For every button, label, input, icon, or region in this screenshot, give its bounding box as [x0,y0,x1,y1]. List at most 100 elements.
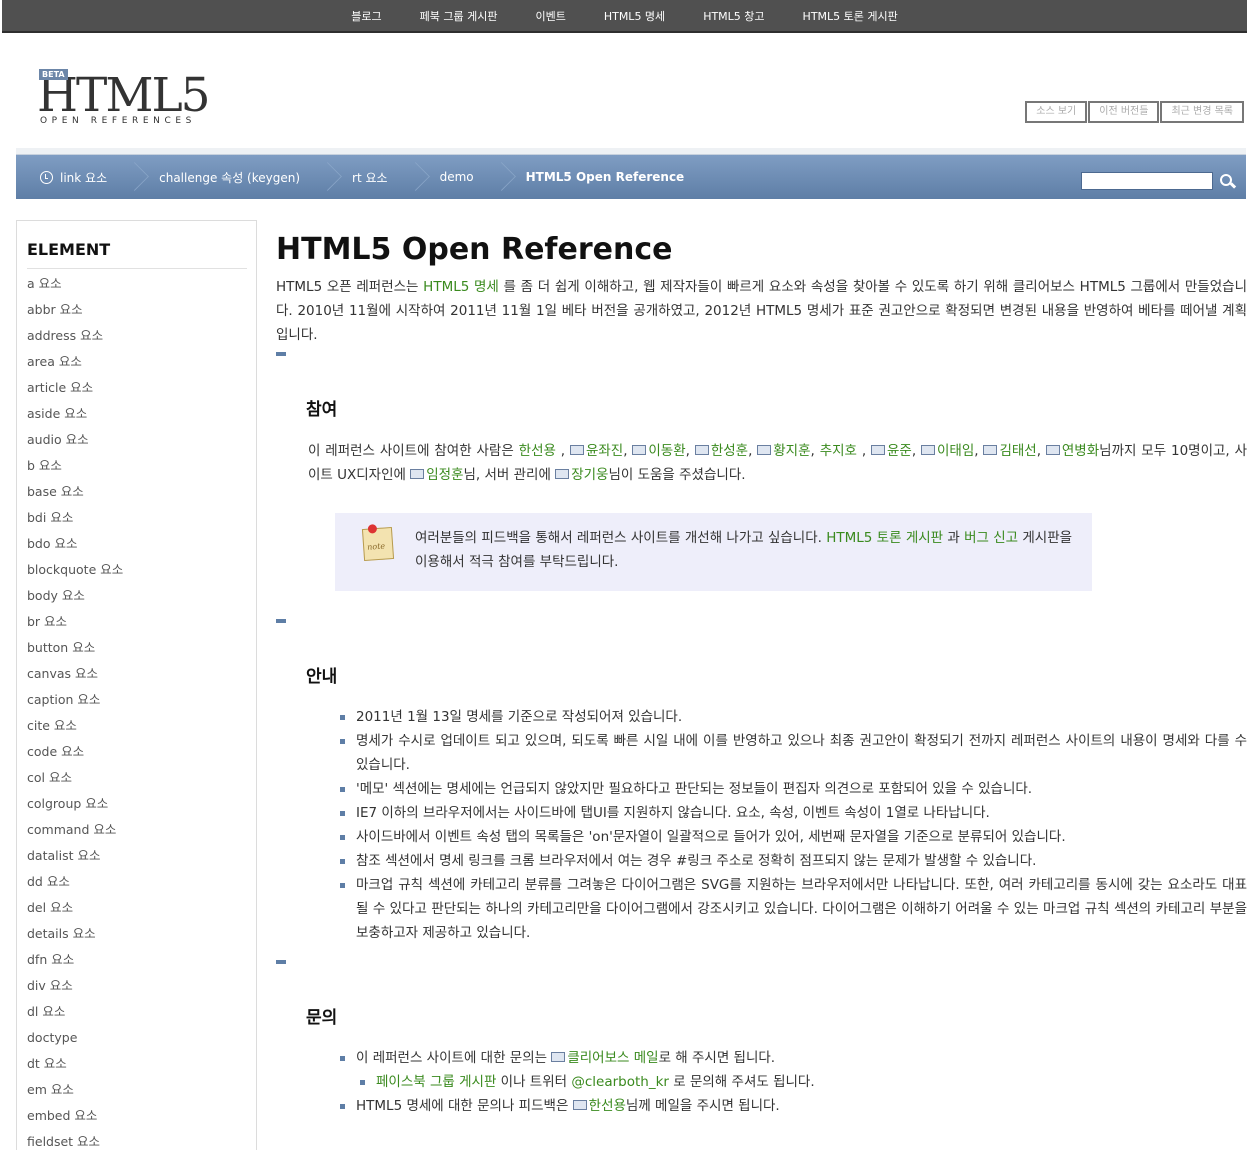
list-item: 2011년 1월 13일 명세를 기준으로 작성되어져 있습니다. [340,705,1247,729]
participants-paragraph: 이 레퍼런스 사이트에 참여한 사람은 한선용 , 윤좌진, 이동환, 한성훈,… [308,443,1248,483]
sidebar-element-link[interactable]: area 요소 [27,353,123,379]
participant-link[interactable]: 이동환 [648,443,685,459]
site-logo[interactable]: HTML5 BETA OPEN REFERENCES [37,68,212,130]
sidebar-element-link[interactable]: caption 요소 [27,691,123,717]
sidebar-element-link[interactable]: address 요소 [27,327,123,353]
clearboth-mail-link[interactable]: 클리어보스 메일 [567,1050,658,1066]
sidebar-element-link[interactable]: code 요소 [27,743,123,769]
sidebar-element-link[interactable]: bdo 요소 [27,535,123,561]
participant-link[interactable]: 추지호 [820,443,857,459]
sidebar-element-link[interactable]: canvas 요소 [27,665,123,691]
sidebar-element-link[interactable]: abbr 요소 [27,301,123,327]
sidebar-element-link[interactable]: doctype [27,1029,123,1055]
sidebar-element-link[interactable]: audio 요소 [27,431,123,457]
search-input[interactable] [1081,172,1213,190]
header-actions: 소스 보기 이전 버전들 최근 변경 목록 [1025,101,1244,123]
sidebar-element-link[interactable]: col 요소 [27,769,123,795]
sidebar-element-link[interactable]: del 요소 [27,899,123,925]
text: 님이 도움을 주셨습니다. [608,467,746,483]
top-nav: 블로그 페북 그룹 게시판 이벤트 HTML5 명세 HTML5 창고 HTML… [2,0,1247,33]
sidebar-element-link[interactable]: blockquote 요소 [27,561,123,587]
html5-spec-link[interactable]: HTML5 명세 [423,279,499,295]
list-item: IE7 이하의 브라우저에서는 사이드바에 탭UI를 지원하지 않습니다. 요소… [340,801,1247,825]
author-mail-link[interactable]: 한선용 [589,1098,626,1114]
clock-icon [40,170,53,184]
sidebar-element-link[interactable]: article 요소 [27,379,123,405]
sidebar-element-link[interactable]: button 요소 [27,639,123,665]
list-item: 마크업 규칙 섹션에 카테고리 분류를 그려놓은 다이어그램은 SVG를 지원하… [340,873,1247,945]
participant-link[interactable]: 이태임 [937,443,974,459]
participant-link[interactable]: 김태선 [999,443,1036,459]
element-sidebar: ELEMENT a 요소 abbr 요소 address 요소 area 요소 arti… [16,220,257,1150]
sidebar-element-link[interactable]: b 요소 [27,457,123,483]
note-icon-label: note [366,541,386,552]
section-heading-guide: 안내 [306,667,338,687]
server-admin-link[interactable]: 장기웅 [571,467,608,483]
sidebar-element-link[interactable]: div 요소 [27,977,123,1003]
sidebar-element-link[interactable]: dfn 요소 [27,951,123,977]
mail-icon [757,445,772,455]
participant-link[interactable]: 연병화 [1062,443,1099,459]
sidebar-element-link[interactable]: base 요소 [27,483,123,509]
participant-link[interactable]: 황지훈 [773,443,810,459]
sidebar-element-link[interactable]: details 요소 [27,925,123,951]
sidebar-element-link[interactable]: body 요소 [27,587,123,613]
list-item: HTML5 명세에 대한 문의나 피드백은 한선용님께 메일을 주시면 됩니다. [340,1094,1247,1118]
text: 이나 트위터 [496,1074,572,1090]
previous-versions-button[interactable]: 이전 버전들 [1088,101,1160,123]
participant-link[interactable]: 윤좌진 [586,443,623,459]
topnav-events[interactable]: 이벤트 [516,8,584,24]
view-source-button[interactable]: 소스 보기 [1025,101,1088,123]
sidebar-element-link[interactable]: bdi 요소 [27,509,123,535]
sidebar-element-link[interactable]: br 요소 [27,613,123,639]
list-item: 사이드바에서 이벤트 속성 탭의 목록들은 'on'문자열이 일괄적으로 들어가… [340,825,1247,849]
page-title: HTML5 Open Reference [276,232,673,267]
section-marker [276,619,286,623]
list-item: 명세가 수시로 업데이트 되고 있으며, 되도록 빠른 시일 내에 이를 반영하… [340,729,1247,777]
twitter-link[interactable]: @clearboth_kr [571,1074,669,1090]
mail-icon [871,445,885,455]
sidebar-element-link[interactable]: dl 요소 [27,1003,123,1029]
mail-icon [983,445,998,455]
topnav-facebook-board[interactable]: 페북 그룹 게시판 [401,8,517,24]
text: 님, 서버 관리에 [463,467,556,483]
sidebar-element-link[interactable]: dd 요소 [27,873,123,899]
beta-badge: BETA [39,69,68,80]
mail-icon [569,445,584,455]
text: 여러분들의 피드백을 통해서 레퍼런스 사이트를 개선해 나가고 싶습니다. [415,530,827,546]
participant-link[interactable]: 한선용 [519,443,556,459]
text: HTML5 명세에 대한 문의나 피드백은 [356,1098,573,1114]
sidebar-element-link[interactable]: dt 요소 [27,1055,123,1081]
topnav-blog[interactable]: 블로그 [332,8,400,24]
forum-link[interactable]: HTML5 토론 게시판 [826,530,943,546]
topnav-html5-spec[interactable]: HTML5 명세 [585,8,684,24]
recent-changes-button[interactable]: 최근 변경 목록 [1160,101,1244,123]
breadcrumb-current[interactable]: HTML5 Open Reference [526,170,685,184]
sidebar-element-link[interactable]: cite 요소 [27,717,123,743]
bug-report-link[interactable]: 버그 신고 [964,530,1018,546]
search-icon[interactable] [1218,172,1236,190]
topnav-html5-store[interactable]: HTML5 창고 [684,8,783,24]
sidebar-element-link[interactable]: fieldset 요소 [27,1133,123,1159]
breadcrumb-item[interactable]: link 요소 [40,155,159,199]
sidebar-element-link[interactable]: em 요소 [27,1081,123,1107]
designer-link[interactable]: 임정훈 [426,467,463,483]
mail-icon [555,469,570,479]
sidebar-element-link[interactable]: colgroup 요소 [27,795,123,821]
breadcrumb-item[interactable]: challenge 속성 (keygen) [159,155,352,199]
list-item: 이 레퍼런스 사이트에 대한 문의는 클리어보스 메일로 해 주시면 됩니다. [340,1046,1247,1070]
topnav-html5-forum[interactable]: HTML5 토론 게시판 [784,8,917,24]
text: 과 [943,530,965,546]
sidebar-element-link[interactable]: embed 요소 [27,1107,123,1133]
sidebar-element-link[interactable]: aside 요소 [27,405,123,431]
sidebar-element-link[interactable]: datalist 요소 [27,847,123,873]
sidebar-element-link[interactable]: a 요소 [27,275,123,301]
breadcrumb-item[interactable]: demo [440,155,526,199]
participant-link[interactable]: 윤준 [887,443,912,459]
facebook-group-link[interactable]: 페이스북 그룹 게시판 [376,1074,496,1090]
breadcrumb-item[interactable]: rt 요소 [352,155,440,199]
intro-paragraph: HTML5 오픈 레퍼런스는 HTML5 명세 를 좀 더 쉽게 이해하고, 웹… [276,275,1247,347]
participant-link[interactable]: 한성훈 [711,443,748,459]
mail-icon [921,445,936,455]
sidebar-element-link[interactable]: command 요소 [27,821,123,847]
